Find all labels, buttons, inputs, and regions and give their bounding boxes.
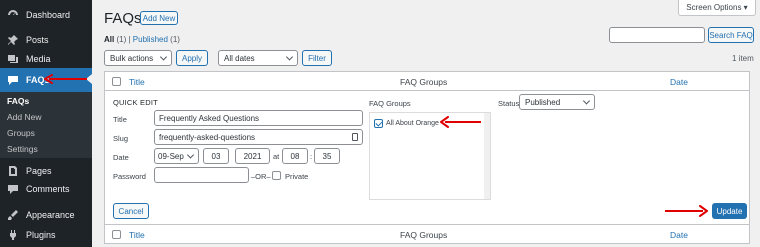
slug-label: Slug <box>113 134 129 143</box>
select-all-checkbox-footer[interactable] <box>112 230 121 239</box>
search-faq-button[interactable]: Search FAQ <box>708 27 754 43</box>
quick-edit-heading: QUICK EDIT <box>113 98 158 107</box>
menu-label: Dashboard <box>26 10 71 20</box>
time-colon: : <box>310 152 313 161</box>
faq-icon <box>6 73 20 87</box>
filter-published[interactable]: Published <box>133 35 168 44</box>
or-separator: –OR– <box>251 172 271 181</box>
status-label: Status <box>498 99 520 108</box>
group-checkbox-all-about-orange[interactable] <box>374 119 383 128</box>
day-input[interactable]: 03 <box>203 148 229 164</box>
faq-table: Title FAQ Groups Date QUICK EDIT Title F… <box>104 71 750 244</box>
quick-edit-panel: QUICK EDIT Title Frequently Asked Questi… <box>105 91 749 224</box>
column-title-footer[interactable]: Title <box>129 230 145 240</box>
minute-input[interactable]: 35 <box>314 148 340 164</box>
field-options-icon <box>352 133 358 141</box>
menu-label: Comments <box>26 184 70 194</box>
filter-button[interactable]: Filter <box>302 50 332 66</box>
apply-button[interactable]: Apply <box>176 50 208 66</box>
menu-label: Posts <box>26 35 49 45</box>
admin-sidebar: Dashboard Posts Media FAQs FAQs Add New … <box>0 0 92 247</box>
hour-input[interactable]: 08 <box>282 148 308 164</box>
screen-options-toggle[interactable]: Screen Options ▾ <box>678 0 756 16</box>
faqs-submenu: FAQs Add New Groups Settings <box>0 92 92 158</box>
private-checkbox[interactable] <box>272 171 281 180</box>
submenu-add-new[interactable]: Add New <box>7 112 42 122</box>
table-footer: Title FAQ Groups Date <box>105 224 749 243</box>
menu-pages[interactable]: Pages <box>0 161 92 181</box>
menu-media[interactable]: Media <box>0 49 92 69</box>
status-filter-links: All (1) | Published (1) <box>104 35 180 44</box>
filter-all[interactable]: All <box>104 35 114 44</box>
column-title[interactable]: Title <box>129 77 145 87</box>
table-header: Title FAQ Groups Date <box>105 72 749 91</box>
password-label: Password <box>113 172 146 181</box>
submenu-settings[interactable]: Settings <box>7 144 38 154</box>
month-select[interactable]: 09-Sep <box>154 148 199 164</box>
update-button[interactable]: Update <box>712 203 747 219</box>
column-date-footer[interactable]: Date <box>670 230 688 240</box>
menu-dashboard[interactable]: Dashboard <box>0 5 92 25</box>
menu-label: Pages <box>26 166 52 176</box>
plugins-icon <box>6 228 20 242</box>
faq-groups-label: FAQ Groups <box>369 99 411 108</box>
cancel-button[interactable]: Cancel <box>113 203 149 219</box>
chevron-down-icon <box>582 97 591 105</box>
menu-appearance[interactable]: Appearance <box>0 205 92 225</box>
add-new-button[interactable]: Add New <box>140 11 178 25</box>
chevron-down-icon <box>159 53 168 61</box>
media-icon <box>6 52 20 66</box>
main-content: FAQs Add New Screen Options ▾ All (1) | … <box>92 0 760 247</box>
menu-label: Appearance <box>26 210 75 220</box>
column-faq-groups-footer: FAQ Groups <box>400 230 448 240</box>
date-label: Date <box>113 153 129 162</box>
chevron-down-icon <box>186 151 195 159</box>
password-input[interactable] <box>154 167 249 183</box>
column-date[interactable]: Date <box>670 77 688 87</box>
status-select[interactable]: Published <box>519 94 595 110</box>
menu-label: Media <box>26 54 51 64</box>
menu-label: Plugins <box>26 230 56 240</box>
annotation-arrow-update <box>665 205 708 217</box>
date-filter-select[interactable]: All dates <box>218 50 298 66</box>
appearance-icon <box>6 208 20 222</box>
column-faq-groups: FAQ Groups <box>400 77 448 87</box>
annotation-arrow-group <box>440 116 481 128</box>
submenu-faqs[interactable]: FAQs <box>7 96 29 106</box>
dashboard-icon <box>6 8 20 22</box>
submenu-groups[interactable]: Groups <box>7 128 35 138</box>
slug-input[interactable]: frequently-asked-questions <box>154 129 363 145</box>
private-label: Private <box>285 172 309 181</box>
menu-comments[interactable]: Comments <box>0 179 92 199</box>
items-count: 1 item <box>732 54 754 63</box>
comments-icon <box>6 182 20 196</box>
title-input[interactable]: Frequently Asked Questions <box>154 110 363 126</box>
search-input[interactable] <box>609 27 705 43</box>
year-input[interactable]: 2021 <box>235 148 270 164</box>
title-label: Title <box>113 115 127 124</box>
page-title: FAQs <box>104 10 142 27</box>
bulk-actions-select[interactable]: Bulk actions <box>104 50 172 66</box>
pin-icon <box>6 33 20 47</box>
annotation-arrow-faqs <box>44 74 87 84</box>
group-option-label: All About Orange <box>386 120 439 127</box>
checklist-scrollbar[interactable] <box>484 113 490 199</box>
chevron-down-icon <box>285 53 294 61</box>
menu-plugins[interactable]: Plugins <box>0 225 92 245</box>
pages-icon <box>6 164 20 178</box>
menu-posts[interactable]: Posts <box>0 30 92 50</box>
at-label: at <box>273 152 280 161</box>
select-all-checkbox[interactable] <box>112 77 121 86</box>
